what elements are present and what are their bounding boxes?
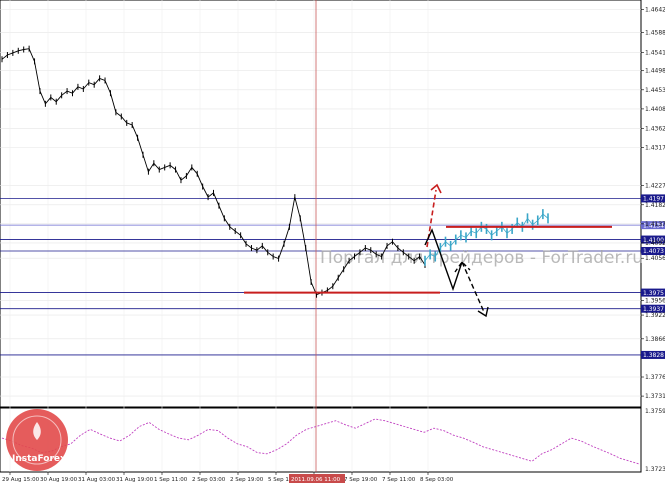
level-label: 1.3975 bbox=[643, 290, 664, 297]
level-label: 1.4073 bbox=[643, 248, 664, 255]
price-tick-label: 1.46420 bbox=[645, 7, 665, 14]
instaforex-logo: InstaForex bbox=[6, 409, 68, 471]
logo-text: InstaForex bbox=[12, 454, 66, 464]
price-tick-label: 1.37310 bbox=[645, 393, 665, 400]
time-tick-label: 7 Sep 19:00 bbox=[344, 477, 378, 483]
time-tick-label: 29 Aug 15:00 bbox=[2, 477, 40, 483]
watermark: Портал для трейдеров - ForTrader.ru bbox=[320, 248, 643, 268]
price-pane bbox=[0, 0, 642, 408]
level-label: 1.3828 bbox=[643, 352, 664, 359]
oscillator-tick-label: 1.37239 bbox=[645, 466, 665, 473]
price-tick-label: 1.43170 bbox=[645, 145, 665, 152]
forex-chart: 1.4197 1.4134 1.4100 1.4073 1.3975 1.3937 1.38… bbox=[0, 0, 665, 485]
time-tick-label: 2 Sep 03:00 bbox=[192, 477, 226, 483]
price-tick-label: 1.44080 bbox=[645, 106, 665, 113]
time-axis: 29 Aug 15:00 30 Aug 19:00 31 Aug 03:00 31 A… bbox=[2, 472, 454, 483]
price-tick-label: 1.37760 bbox=[645, 374, 665, 381]
time-tick-label: 31 Aug 03:00 bbox=[78, 477, 116, 483]
time-tick-label: 7 Sep 11:00 bbox=[382, 477, 416, 483]
price-tick-label: 1.44980 bbox=[645, 68, 665, 75]
time-tick-label: 31 Aug 19:00 bbox=[116, 477, 154, 483]
price-tick-label: 1.45880 bbox=[645, 30, 665, 37]
cursor-label: 2011.09.06 11:00 bbox=[291, 477, 341, 483]
price-tick-label: 1.41820 bbox=[645, 202, 665, 209]
time-tick-label: 1 Sep 11:00 bbox=[154, 477, 188, 483]
price-tick-label: 1.40560 bbox=[645, 255, 665, 262]
chart-canvas: 1.41971.41341.41001.40731.39751.39371.38… bbox=[0, 0, 665, 483]
time-tick-label: 30 Aug 19:00 bbox=[40, 477, 78, 483]
oscillator-pane bbox=[0, 407, 642, 473]
price-tick-label: 1.38660 bbox=[645, 336, 665, 343]
price-tick-label: 1.39560 bbox=[645, 298, 665, 305]
price-tick-label: 1.39220 bbox=[645, 312, 665, 319]
price-tick-label: 1.44530 bbox=[645, 87, 665, 94]
price-tick-label: 1.40920 bbox=[645, 240, 665, 247]
price-tick-label: 1.42270 bbox=[645, 183, 665, 190]
price-tick-label: 1.43620 bbox=[645, 125, 665, 132]
oscillator-tick-label: 1.37591 bbox=[645, 408, 665, 415]
price-tick-label: 1.45410 bbox=[645, 49, 665, 56]
time-tick-label: 8 Sep 03:00 bbox=[420, 477, 454, 483]
time-tick-label: 2 Sep 19:00 bbox=[230, 477, 264, 483]
price-tick-label: 1.41370 bbox=[645, 221, 665, 228]
price-axis: 1.46420 1.45880 1.45410 1.44980 1.44530 1.440… bbox=[641, 7, 665, 473]
